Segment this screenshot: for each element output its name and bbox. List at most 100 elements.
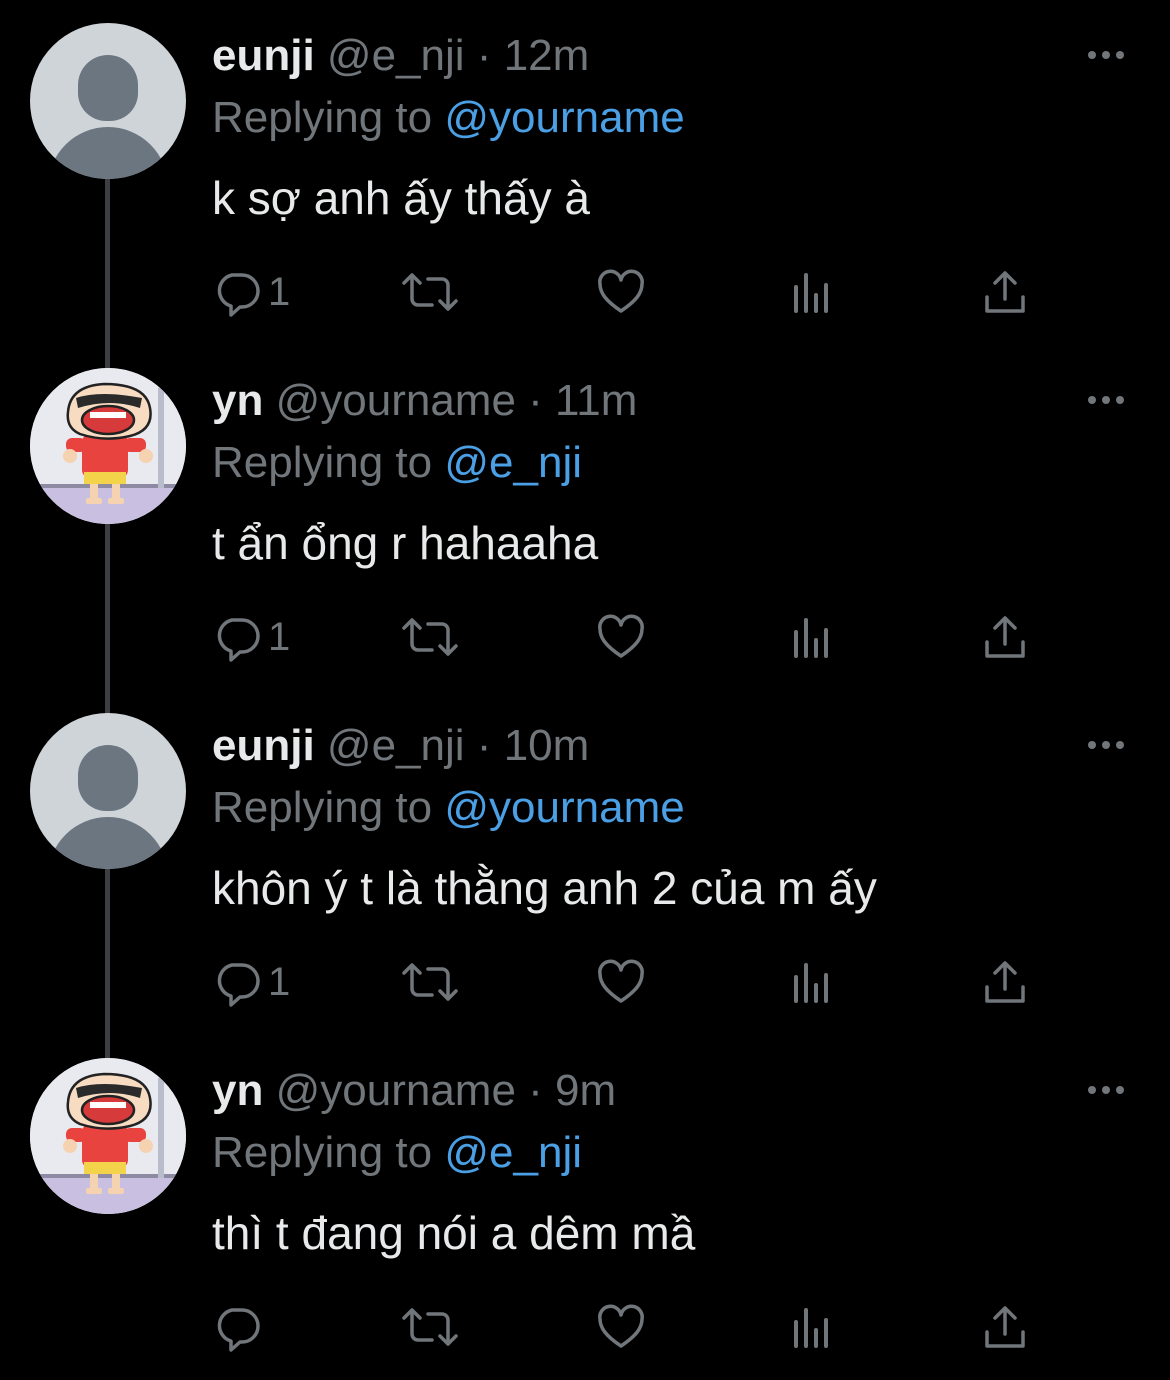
- separator-dot: ·: [528, 1066, 543, 1115]
- tweet-actions: 1: [212, 952, 1062, 1012]
- heart-icon: [598, 1304, 644, 1348]
- replying-to-label: Replying to: [212, 438, 433, 487]
- timestamp[interactable]: 10m: [504, 721, 590, 770]
- heart-icon: [598, 614, 644, 658]
- tweet-header: eunji @e_nji · 10m: [212, 716, 589, 776]
- like-button[interactable]: [596, 262, 646, 322]
- display-name[interactable]: eunji: [212, 721, 315, 770]
- separator-dot: ·: [476, 721, 492, 770]
- retweet-icon: [402, 273, 458, 311]
- analytics-icon: [794, 963, 828, 1003]
- retweet-button[interactable]: [400, 607, 460, 667]
- replying-to-label: Replying to: [212, 783, 433, 832]
- tweet-header: yn @yourname · 11m: [212, 371, 637, 431]
- more-options-button[interactable]: [1084, 385, 1128, 415]
- more-horizontal-icon: [1088, 396, 1124, 404]
- reply-button[interactable]: 1: [212, 262, 290, 322]
- separator-dot: ·: [528, 376, 543, 425]
- replying-to-mention[interactable]: @yourname: [444, 783, 684, 832]
- more-options-button[interactable]: [1084, 730, 1128, 760]
- cartoon-avatar-image: [30, 1058, 186, 1214]
- reply-icon: [217, 963, 260, 1007]
- replying-to-line: Replying to @yourname: [212, 88, 685, 148]
- replying-to-label: Replying to: [212, 93, 433, 142]
- replying-to-mention[interactable]: @e_nji: [444, 438, 582, 487]
- user-handle[interactable]: @e_nji: [327, 31, 465, 80]
- avatar[interactable]: [30, 368, 186, 524]
- analytics-icon: [794, 1308, 828, 1348]
- retweet-button[interactable]: [400, 1297, 460, 1357]
- more-options-button[interactable]: [1084, 1075, 1128, 1105]
- reply-icon: [217, 1308, 260, 1352]
- like-button[interactable]: [596, 952, 646, 1012]
- separator-dot: ·: [476, 31, 492, 80]
- heart-icon: [598, 269, 644, 313]
- more-horizontal-icon: [1088, 741, 1124, 749]
- more-horizontal-icon: [1088, 1086, 1124, 1094]
- more-options-button[interactable]: [1084, 40, 1128, 70]
- reply-count: 1: [268, 270, 291, 314]
- reply-icon: [217, 618, 260, 662]
- share-button[interactable]: [980, 607, 1030, 667]
- reply-icon: [217, 273, 260, 317]
- avatar[interactable]: [30, 713, 186, 869]
- reply-button[interactable]: [212, 1297, 268, 1357]
- user-handle[interactable]: @yourname: [276, 1066, 516, 1115]
- default-avatar-shoulders: [48, 127, 168, 179]
- user-handle[interactable]: @e_nji: [327, 721, 465, 770]
- tweet[interactable]: yn @yourname · 9m Replying to @e_nji thì…: [0, 1035, 1170, 1380]
- like-button[interactable]: [596, 607, 646, 667]
- reply-thread: eunji @e_nji · 12m Replying to @yourname…: [0, 0, 1170, 1362]
- display-name[interactable]: yn: [212, 1066, 263, 1115]
- analytics-icon: [794, 273, 828, 313]
- default-avatar-head: [78, 55, 138, 121]
- tweet[interactable]: yn @yourname · 11m Replying to @e_nji t …: [0, 345, 1170, 690]
- tweet-text: k sợ anh ấy thấy à: [212, 172, 590, 224]
- analytics-icon: [794, 618, 828, 658]
- views-button[interactable]: [790, 607, 834, 667]
- timestamp[interactable]: 12m: [504, 31, 590, 80]
- share-icon: [985, 271, 1025, 313]
- share-icon: [985, 1306, 1025, 1348]
- tweet[interactable]: eunji @e_nji · 12m Replying to @yourname…: [0, 0, 1170, 345]
- retweet-button[interactable]: [400, 952, 460, 1012]
- avatar[interactable]: [30, 23, 186, 179]
- like-button[interactable]: [596, 1297, 646, 1357]
- views-button[interactable]: [790, 1297, 834, 1357]
- views-button[interactable]: [790, 952, 834, 1012]
- tweet-text: khôn ý t là thằng anh 2 của m ấy: [212, 862, 877, 914]
- tweet-actions: 1: [212, 262, 1062, 322]
- reply-button[interactable]: 1: [212, 952, 290, 1012]
- timestamp[interactable]: 9m: [555, 1066, 616, 1115]
- display-name[interactable]: eunji: [212, 31, 315, 80]
- avatar[interactable]: [30, 1058, 186, 1214]
- replying-to-line: Replying to @e_nji: [212, 433, 582, 493]
- retweet-icon: [402, 963, 458, 1001]
- share-button[interactable]: [980, 952, 1030, 1012]
- views-button[interactable]: [790, 262, 834, 322]
- replying-to-line: Replying to @e_nji: [212, 1123, 582, 1183]
- tweet[interactable]: eunji @e_nji · 10m Replying to @yourname…: [0, 690, 1170, 1035]
- replying-to-label: Replying to: [212, 1128, 433, 1177]
- replying-to-line: Replying to @yourname: [212, 778, 685, 838]
- retweet-button[interactable]: [400, 262, 460, 322]
- share-icon: [985, 961, 1025, 1003]
- tweet-actions: 1: [212, 607, 1062, 667]
- share-button[interactable]: [980, 1297, 1030, 1357]
- share-icon: [985, 616, 1025, 658]
- display-name[interactable]: yn: [212, 376, 263, 425]
- replying-to-mention[interactable]: @e_nji: [444, 1128, 582, 1177]
- reply-count: 1: [268, 615, 291, 659]
- timestamp[interactable]: 11m: [555, 376, 637, 425]
- share-button[interactable]: [980, 262, 1030, 322]
- retweet-icon: [402, 1308, 458, 1346]
- user-handle[interactable]: @yourname: [276, 376, 516, 425]
- replying-to-mention[interactable]: @yourname: [444, 93, 684, 142]
- tweet-header: yn @yourname · 9m: [212, 1061, 616, 1121]
- tweet-actions: [212, 1297, 1062, 1357]
- reply-button[interactable]: 1: [212, 607, 290, 667]
- tweet-header: eunji @e_nji · 12m: [212, 26, 589, 86]
- reply-count: 1: [268, 960, 291, 1004]
- heart-icon: [598, 959, 644, 1003]
- more-horizontal-icon: [1088, 51, 1124, 59]
